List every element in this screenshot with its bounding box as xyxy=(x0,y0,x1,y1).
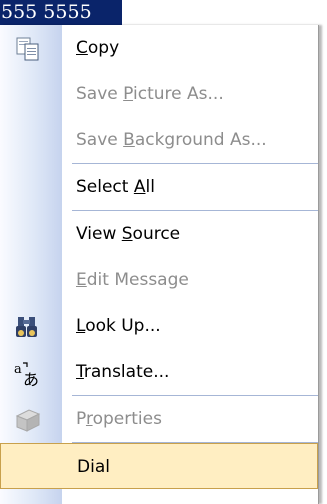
menu-item-dial[interactable]: Dial xyxy=(0,443,318,489)
menu-item-select-all[interactable]: Select All xyxy=(0,164,318,210)
menu-item-look-up[interactable]: Look Up... xyxy=(0,303,318,349)
svg-text:あ: あ xyxy=(23,370,39,387)
menu-item-translate[interactable]: a あ Translate... xyxy=(0,349,318,395)
svg-text:a: a xyxy=(14,362,22,377)
copy-icon xyxy=(14,35,42,63)
menu-item-dial-label: Dial xyxy=(77,457,110,477)
menu-item-properties[interactable]: Properties xyxy=(0,396,318,442)
menu-item-look-up-label: Look Up... xyxy=(76,316,161,336)
menu-item-copy-label: Copy xyxy=(76,38,120,58)
menu-item-save-background-as[interactable]: Save Background As... xyxy=(0,117,318,163)
menu-item-translate-label: Translate... xyxy=(76,362,170,382)
properties-icon xyxy=(14,406,42,434)
menu-item-select-all-label: Select All xyxy=(76,177,155,197)
menu-item-save-picture-label: Save Picture As... xyxy=(76,84,224,104)
binoculars-icon xyxy=(14,313,42,341)
menu-item-edit-message[interactable]: Edit Message xyxy=(0,257,318,303)
selected-phone-number: 555 5555 xyxy=(0,0,122,25)
menu-item-save-background-label: Save Background As... xyxy=(76,130,267,150)
menu-item-view-source-label: View Source xyxy=(76,224,181,244)
menu-item-copy[interactable]: Copy xyxy=(0,25,318,71)
menu-item-edit-message-label: Edit Message xyxy=(76,270,189,290)
context-menu: Copy Save Picture As... Save Background … xyxy=(0,25,319,504)
menu-item-save-picture-as[interactable]: Save Picture As... xyxy=(0,71,318,117)
translate-icon: a あ xyxy=(14,359,42,389)
menu-item-properties-label: Properties xyxy=(76,409,162,429)
menu-item-view-source[interactable]: View Source xyxy=(0,211,318,257)
